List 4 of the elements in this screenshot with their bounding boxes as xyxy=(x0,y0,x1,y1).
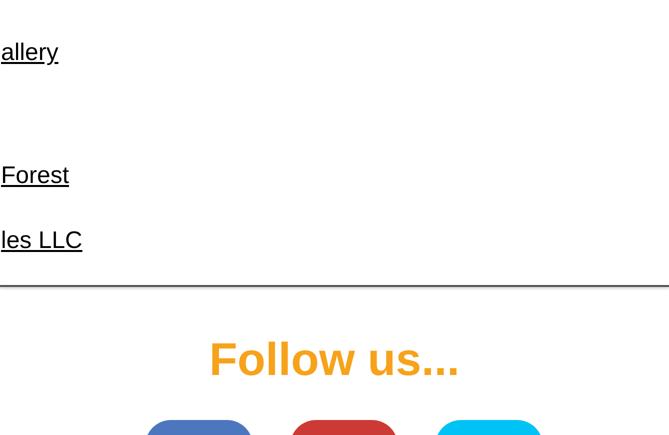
link[interactable]: les LLC xyxy=(1,227,82,255)
link[interactable]: allery xyxy=(1,39,58,67)
follow-heading: Follow us... xyxy=(209,333,460,385)
link[interactable]: Forest xyxy=(1,162,70,190)
